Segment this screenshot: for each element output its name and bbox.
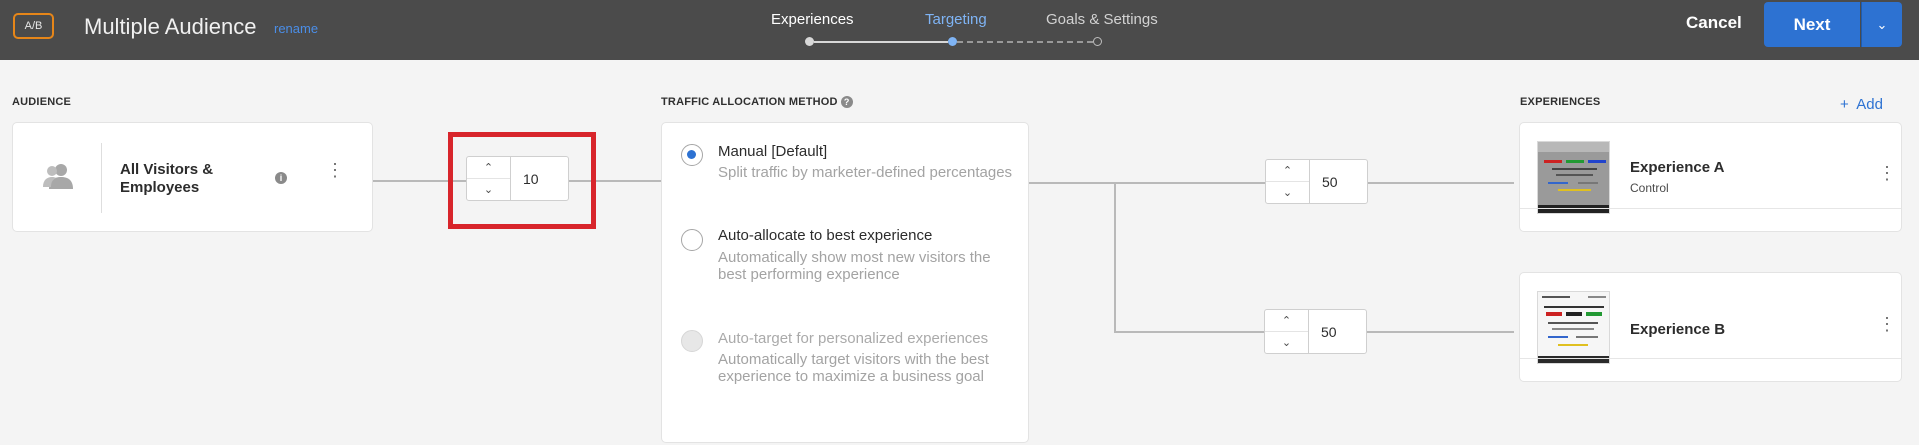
step-experiences[interactable]: Experiences: [771, 11, 854, 28]
auto-target-radio: [681, 330, 703, 352]
more-options-icon[interactable]: ⋮: [1878, 315, 1896, 333]
experience-a-allocation-stepper[interactable]: ⌃ ⌄ 50: [1265, 159, 1368, 204]
manual-radio[interactable]: [681, 144, 703, 166]
experience-b-thumbnail: [1537, 291, 1610, 364]
manual-option-title[interactable]: Manual [Default]: [718, 143, 827, 160]
increment-icon[interactable]: ⌃: [1266, 160, 1309, 182]
rename-link[interactable]: rename: [274, 21, 318, 36]
stepper-arrows: ⌃ ⌄: [1265, 310, 1309, 353]
cancel-button[interactable]: Cancel: [1686, 13, 1742, 33]
experience-a-card[interactable]: Experience A Control ⋮: [1519, 122, 1902, 232]
next-button[interactable]: Next: [1764, 2, 1860, 47]
top-bar: A/B Multiple Audience rename Experiences…: [0, 0, 1919, 60]
traffic-method-section-label: TRAFFIC ALLOCATION METHOD?: [661, 96, 853, 109]
connector-branch: [1114, 182, 1116, 333]
step-targeting[interactable]: Targeting: [925, 11, 987, 28]
audience-card[interactable]: All Visitors & Employees i ⋮: [12, 122, 373, 232]
info-icon[interactable]: i: [275, 172, 287, 184]
ab-test-badge: A/B: [13, 13, 54, 39]
audience-name: All Visitors & Employees: [120, 161, 214, 196]
add-experience-button[interactable]: + Add: [1840, 96, 1883, 113]
auto-allocate-radio[interactable]: [681, 229, 703, 251]
traffic-method-card: Manual [Default] Split traffic by market…: [661, 122, 1029, 443]
manual-option-description: Split traffic by marketer-defined percen…: [718, 164, 1013, 181]
audience-section-label: AUDIENCE: [12, 96, 72, 108]
experience-a-subtitle: Control: [1630, 181, 1669, 195]
allocation-value-input[interactable]: 50: [1310, 160, 1367, 203]
card-divider: [1520, 208, 1901, 209]
progress-dot-goals: [1093, 37, 1102, 46]
increment-icon[interactable]: ⌃: [1265, 310, 1308, 332]
experience-b-allocation-stepper[interactable]: ⌃ ⌄ 50: [1264, 309, 1367, 354]
auto-target-option-description: Automatically target visitors with the b…: [718, 351, 989, 385]
more-options-icon[interactable]: ⋮: [326, 161, 344, 179]
people-icon: [43, 163, 73, 194]
card-divider: [1520, 358, 1901, 359]
decrement-icon[interactable]: ⌄: [1265, 332, 1308, 353]
stepper-arrows: ⌃ ⌄: [1266, 160, 1310, 203]
auto-target-option-title: Auto-target for personalized experiences: [718, 330, 989, 347]
decrement-icon[interactable]: ⌄: [1266, 182, 1309, 203]
experience-b-card[interactable]: Experience B ⋮: [1519, 272, 1902, 382]
more-options-icon[interactable]: ⋮: [1878, 164, 1896, 182]
highlight-annotation: [448, 132, 596, 229]
allocation-value-input[interactable]: 50: [1309, 310, 1366, 353]
auto-allocate-option-title[interactable]: Auto-allocate to best experience: [718, 227, 932, 244]
experience-b-name: Experience B: [1630, 321, 1726, 338]
card-divider: [101, 143, 102, 213]
step-goals-settings[interactable]: Goals & Settings: [1046, 11, 1158, 28]
progress-line-pending: [957, 41, 1093, 43]
experience-a-name: Experience A: [1630, 159, 1725, 176]
progress-dot-experiences: [805, 37, 814, 46]
experience-a-thumbnail: [1537, 141, 1610, 214]
next-options-button[interactable]: ⌄: [1861, 2, 1902, 47]
help-icon[interactable]: ?: [840, 96, 853, 109]
activity-title: Multiple Audience: [84, 14, 257, 39]
plus-icon: +: [1840, 96, 1849, 113]
progress-dot-targeting: [948, 37, 957, 46]
experiences-section-label: EXPERIENCES: [1520, 96, 1601, 108]
progress-line-complete: [814, 41, 948, 43]
chevron-down-icon: ⌄: [1876, 16, 1888, 32]
auto-allocate-option-description: Automatically show most new visitors the…: [718, 249, 991, 283]
